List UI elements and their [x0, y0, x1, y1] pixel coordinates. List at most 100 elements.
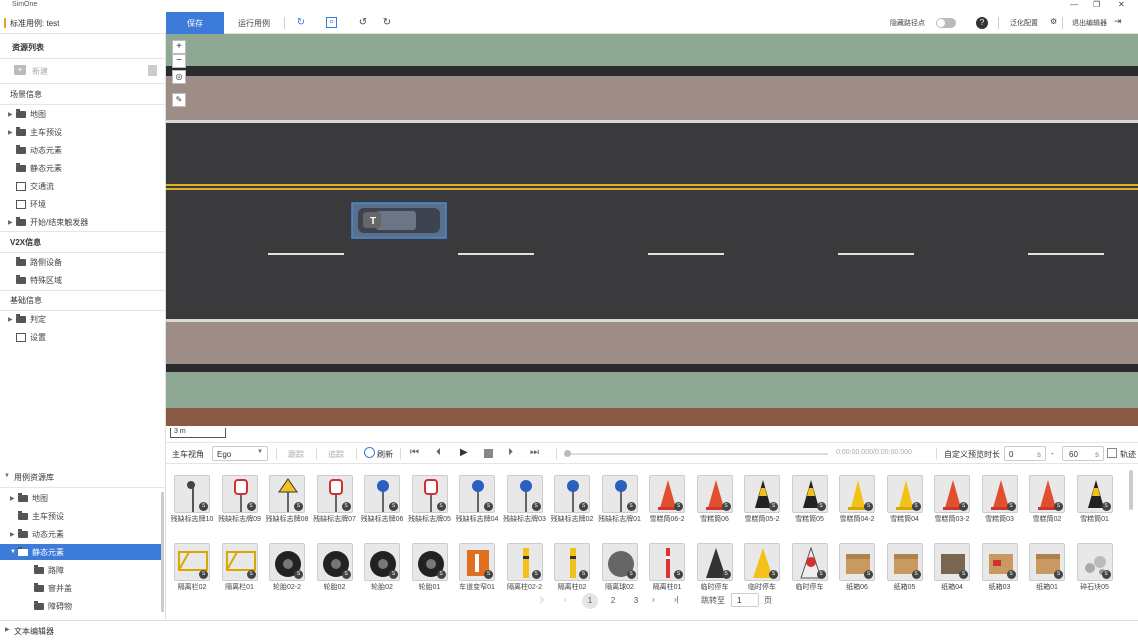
asset-tile[interactable]: S — [744, 543, 780, 581]
chevron-right-icon[interactable]: ▶ — [8, 219, 16, 226]
reset-view-icon[interactable]: ↻ — [294, 16, 308, 30]
stop-icon[interactable] — [484, 449, 493, 458]
tree-item[interactable]: ▶ 主车预设 — [8, 124, 62, 140]
asset-tile[interactable]: S — [459, 543, 495, 581]
exit-editor-button[interactable]: 退出编辑器 — [1072, 18, 1107, 28]
tree-item[interactable]: 环境 — [8, 196, 46, 212]
chevron-down-icon[interactable]: ▼ — [4, 473, 10, 479]
chevron-down-icon[interactable]: ▼ — [10, 549, 18, 555]
locate-icon[interactable]: ◎ — [172, 70, 186, 84]
prev-page-icon[interactable]: ‹ — [564, 595, 567, 604]
ego-vehicle[interactable] — [351, 202, 447, 239]
text-editor-title[interactable]: 文本编辑器 — [14, 626, 54, 637]
skip-end-icon[interactable]: ⏭ — [530, 447, 539, 458]
asset-tile[interactable]: S — [839, 475, 875, 513]
library-tree-item[interactable]: ▶ 地图 — [0, 490, 161, 506]
step-forward-icon[interactable]: ⏵ — [508, 447, 513, 458]
tree-item[interactable]: 动态元素 — [8, 142, 62, 158]
preview-end-input[interactable]: 60 s — [1062, 446, 1104, 461]
page-number[interactable]: 3 — [628, 593, 644, 609]
save-button[interactable]: 保存 — [166, 12, 224, 34]
zoom-out-button[interactable]: − — [172, 54, 186, 68]
tree-item[interactable]: ▶ 地图 — [8, 106, 46, 122]
asset-tile[interactable]: S — [506, 543, 543, 581]
asset-tile[interactable]: S — [649, 475, 685, 513]
asset-tile[interactable]: S — [506, 475, 543, 513]
new-folder-icon[interactable]: + — [14, 65, 26, 75]
gear-icon[interactable]: ⚙ — [1050, 17, 1057, 26]
asset-tile[interactable]: S — [269, 543, 305, 581]
asset-tile[interactable]: S — [1076, 475, 1113, 513]
timeline-slider[interactable] — [566, 453, 828, 455]
trajectory-checkbox[interactable] — [1107, 448, 1117, 458]
help-icon[interactable]: ? — [976, 17, 988, 29]
asset-tile[interactable]: S — [554, 543, 590, 581]
asset-tile[interactable]: S — [696, 475, 733, 513]
road-map[interactable]: T — [166, 34, 1138, 426]
restore-icon[interactable]: ❐ — [1093, 0, 1100, 9]
tree-item[interactable]: 交通流 — [8, 178, 54, 194]
last-page-icon[interactable]: ›| — [674, 595, 679, 604]
chevron-right-icon[interactable]: ▶ — [10, 495, 18, 502]
asset-tile[interactable]: S — [649, 543, 685, 581]
tree-scrollbar[interactable] — [161, 492, 164, 612]
asset-tile[interactable]: S — [981, 543, 1018, 581]
tree-item[interactable]: ▶ 开始/结束触发器 — [8, 214, 88, 230]
library-tree-item[interactable]: 障碍物 — [0, 598, 161, 614]
tree-item[interactable]: 特殊区域 — [8, 272, 62, 288]
tree-item[interactable]: 静态元素 — [8, 160, 62, 176]
asset-tile[interactable]: S — [981, 475, 1018, 513]
redo-icon[interactable]: ↻ — [380, 16, 394, 30]
asset-scrollbar[interactable] — [1129, 470, 1133, 510]
library-tree-item[interactable]: 主车预设 — [0, 508, 161, 524]
asset-tile[interactable]: S — [411, 475, 448, 513]
zoom-in-button[interactable]: + — [172, 40, 186, 54]
asset-tile[interactable]: S — [791, 475, 828, 513]
chevron-right-icon[interactable]: ▶ — [8, 129, 16, 136]
undo-icon[interactable]: ↺ — [356, 16, 370, 30]
refresh-icon[interactable] — [364, 447, 375, 458]
asset-tile[interactable]: S — [364, 475, 400, 513]
refresh-button[interactable]: 刷新 — [377, 449, 393, 460]
trash-icon[interactable] — [148, 65, 157, 76]
chevron-right-icon[interactable]: ▶ — [8, 111, 16, 118]
asset-tile[interactable]: S — [886, 475, 923, 513]
new-button[interactable]: 新建 — [32, 66, 48, 77]
asset-tile[interactable]: S — [886, 543, 923, 581]
step-back-icon[interactable]: ⏴ — [436, 447, 441, 458]
tree-item[interactable]: 路侧设备 — [8, 254, 62, 270]
asset-tile[interactable]: S — [316, 543, 353, 581]
close-icon[interactable]: ✕ — [1118, 0, 1125, 9]
timeline-handle[interactable] — [564, 450, 571, 457]
generalize-config-button[interactable]: 泛化配置 — [1010, 18, 1038, 28]
tree-item[interactable]: ▶ 判定 — [8, 311, 46, 327]
asset-tile[interactable]: S — [411, 543, 448, 581]
asset-tile[interactable]: S — [1076, 543, 1113, 581]
asset-tile[interactable]: S — [601, 475, 638, 513]
page-number[interactable]: 1 — [582, 593, 598, 609]
follow-button[interactable]: 跟踪 — [288, 449, 304, 460]
next-page-icon[interactable]: › — [652, 595, 655, 604]
asset-tile[interactable]: S — [554, 475, 590, 513]
asset-tile[interactable]: S — [934, 543, 970, 581]
minimize-icon[interactable]: — — [1070, 0, 1078, 9]
chevron-right-icon[interactable]: ▶ — [10, 531, 18, 538]
ego-select[interactable]: Ego ▼ — [212, 446, 268, 461]
run-case-button[interactable]: 运行用例 — [238, 18, 270, 29]
hide-waypoint-toggle[interactable] — [936, 18, 956, 28]
chevron-right-icon[interactable]: ▶ — [8, 316, 16, 323]
asset-tile[interactable]: S — [174, 543, 210, 581]
asset-tile[interactable]: S — [174, 475, 210, 513]
exit-icon[interactable]: ⇥ — [1114, 16, 1122, 27]
goto-page-input[interactable]: 1 — [731, 593, 759, 607]
library-tree-item[interactable]: 窨井盖 — [0, 580, 161, 596]
asset-tile[interactable]: S — [791, 543, 828, 581]
asset-tile[interactable]: S — [364, 543, 400, 581]
library-tree-item[interactable]: ▼ 静态元素 — [0, 544, 161, 560]
track-button[interactable]: 追踪 — [328, 449, 344, 460]
library-tree-item[interactable]: ▶ 动态元素 — [0, 526, 161, 542]
asset-tile[interactable]: S — [839, 543, 875, 581]
asset-tile[interactable]: S — [601, 543, 638, 581]
first-page-icon[interactable]: |‹ — [540, 595, 545, 604]
asset-tile[interactable]: S — [459, 475, 495, 513]
